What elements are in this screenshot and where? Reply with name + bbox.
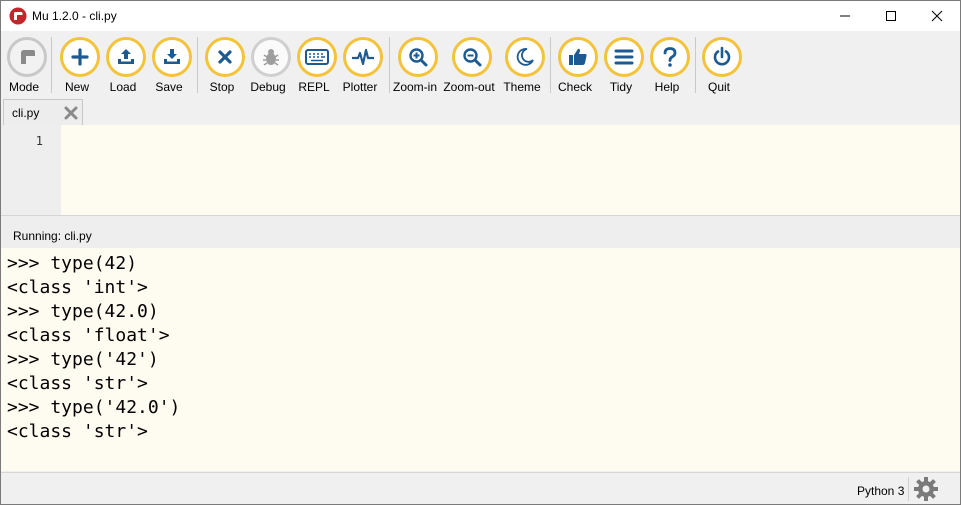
zoom-out-icon [463,48,482,67]
keyboard-icon [305,49,329,65]
zoom-in-icon [409,48,428,67]
mode-icon [21,50,35,64]
question-mark-icon [663,47,677,67]
toolbar: Mode New Load Save Stop Debug REPL Plott… [1,31,960,97]
repl-line: >>> type(42.0) [7,301,159,322]
maximize-button[interactable] [868,1,914,31]
repl-title-bar: Running: cli.py [1,215,960,249]
close-button[interactable] [914,1,960,31]
window-title: Mu 1.2.0 - cli.py [32,9,117,23]
minimize-icon [840,15,850,17]
download-icon [164,49,180,64]
tab-cli-py[interactable]: cli.py [3,99,83,125]
repl-title: Running: cli.py [13,229,92,243]
close-icon [931,10,943,22]
code-editor[interactable]: 1 [1,125,960,215]
repl-line: <class 'float'> [7,325,170,346]
upload-icon [118,49,134,64]
repl-line: >>> type(42) [7,253,138,274]
plus-icon [71,48,89,66]
tab-label: cli.py [12,106,40,120]
quit-button-label: Quit [707,80,730,94]
tab-close-icon[interactable] [64,106,78,120]
moon-icon [516,48,534,66]
repl-line: >>> type('42') [7,349,159,370]
mode-indicator[interactable]: Python 3 [857,484,904,498]
repl-line: >>> type('42.0') [7,397,181,418]
repl-line: <class 'str'> [7,421,148,442]
status-bar: Python 3 [1,472,960,504]
gear-icon[interactable] [913,476,939,502]
mu-logo-icon [9,7,27,25]
line-number: 1 [35,134,43,148]
thumbs-up-icon [569,48,587,65]
title-bar: Mu 1.2.0 - cli.py [1,1,960,31]
repl-line: <class 'str'> [7,373,148,394]
lines-icon [614,49,634,65]
quit-button[interactable]: Quit [698,37,746,97]
tab-strip: cli.py [1,97,960,126]
repl-line: <class 'int'> [7,277,148,298]
power-icon [713,46,731,66]
pulse-icon [352,48,374,66]
bug-icon [263,49,279,66]
line-number-gutter: 1 [1,125,61,215]
repl-pane[interactable]: >>> type(42) <class 'int'> >>> type(42.0… [1,248,960,471]
mu-window: Mu 1.2.0 - cli.py Mode New Load Save Sto… [0,0,961,505]
status-divider [908,477,909,501]
minimize-button[interactable] [822,1,868,31]
stop-x-icon [218,50,232,64]
maximize-icon [886,11,896,21]
